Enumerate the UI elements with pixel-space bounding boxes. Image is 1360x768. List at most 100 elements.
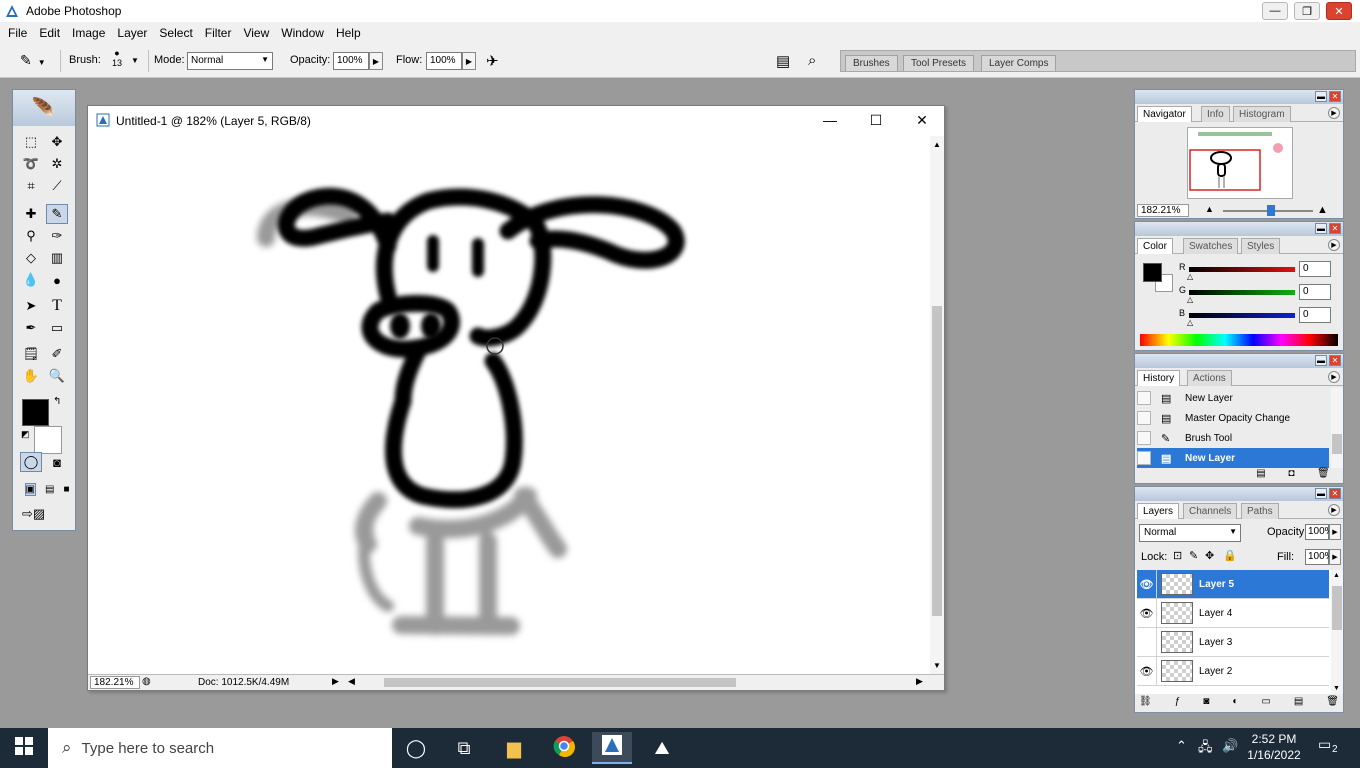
chevron-down-icon[interactable]: ▼ <box>1333 685 1340 692</box>
color-spectrum-ramp[interactable] <box>1140 334 1338 346</box>
color-foreground-swatch[interactable] <box>1143 263 1162 282</box>
volume-icon[interactable]: 🔊 <box>1222 738 1238 754</box>
tab-navigator[interactable]: Navigator <box>1137 106 1192 122</box>
standard-mode-button[interactable]: ◯ <box>20 452 42 472</box>
airbrush-icon[interactable]: ✈ <box>486 52 499 70</box>
full-screen-icon[interactable]: ■ <box>63 484 69 495</box>
blur-tool[interactable]: 💧 <box>20 270 42 290</box>
scroll-right-icon[interactable]: ▶ <box>916 676 923 687</box>
dodge-tool[interactable]: ● <box>46 270 68 290</box>
chevron-down-icon[interactable]: ▼ <box>933 661 941 670</box>
palette-close-icon[interactable]: ✕ <box>1329 91 1341 102</box>
link-layers-icon[interactable]: ⛓ <box>1139 696 1152 710</box>
vertical-scroll-thumb[interactable] <box>932 306 942 616</box>
menu-help[interactable]: Help <box>330 26 367 40</box>
history-snapshot-checkbox[interactable] <box>1137 451 1151 465</box>
eraser-tool[interactable]: ◇ <box>20 248 42 268</box>
chevron-up-icon[interactable]: ⌃ <box>1176 738 1187 754</box>
history-scrollbar[interactable] <box>1331 388 1343 468</box>
history-snapshot-checkbox[interactable] <box>1137 431 1151 445</box>
red-value-input[interactable]: 0 <box>1299 261 1331 277</box>
eye-icon[interactable]: 👁 <box>1137 570 1157 598</box>
navigator-palette-header[interactable]: ▬ ✕ <box>1135 90 1343 104</box>
taskbar-clock[interactable]: 2:52 PM 1/16/2022 <box>1244 731 1304 763</box>
action-center-button[interactable]: ▭ 2 <box>1318 736 1342 760</box>
layer-opacity-input[interactable]: 100% <box>1305 524 1334 540</box>
pen-tool[interactable]: ✒ <box>20 318 42 338</box>
cortana-button[interactable]: ◯ <box>396 732 436 764</box>
slider-caret-icon[interactable]: △ <box>1187 295 1193 304</box>
eyedropper-tool[interactable]: ✐ <box>46 344 68 364</box>
history-scroll-thumb[interactable] <box>1332 434 1342 454</box>
menu-file[interactable]: File <box>2 26 33 40</box>
palette-menu-icon[interactable]: ▶ <box>1328 504 1340 516</box>
history-item[interactable]: ▤ New Layer <box>1137 388 1329 408</box>
toolbox-header[interactable]: 🪶 <box>13 90 75 126</box>
imageready-taskbar-button[interactable]: ⛰ <box>642 732 682 764</box>
history-snapshot-checkbox[interactable] <box>1137 411 1151 425</box>
zoom-out-icon[interactable]: ▲ <box>1205 204 1214 214</box>
history-snapshot-checkbox[interactable] <box>1137 391 1151 405</box>
layer-row-layer-4[interactable]: 👁 Layer 4 <box>1137 599 1329 628</box>
minimize-button[interactable]: — <box>1262 2 1288 20</box>
eye-icon[interactable]: 👁 <box>1137 599 1157 627</box>
flow-input[interactable]: 100% <box>426 52 462 70</box>
zoom-in-icon[interactable]: ▲ <box>1317 204 1328 216</box>
task-view-button[interactable]: ⧉ <box>444 732 484 764</box>
menu-select[interactable]: Select <box>153 26 198 40</box>
navigator-zoom-thumb[interactable] <box>1267 205 1275 216</box>
horizontal-scroll-thumb[interactable] <box>384 678 736 687</box>
file-browser-icon[interactable]: ⌕ <box>808 52 816 69</box>
history-item[interactable]: ▤ Master Opacity Change <box>1137 408 1329 428</box>
close-button[interactable]: ✕ <box>1326 2 1352 20</box>
green-value-input[interactable]: 0 <box>1299 284 1331 300</box>
magic-wand-tool[interactable]: ✲ <box>46 154 68 174</box>
layer-blend-mode-select[interactable]: Normal ▼ <box>1139 524 1241 542</box>
palette-minimize-icon[interactable]: ▬ <box>1315 355 1327 366</box>
palette-close-icon[interactable]: ✕ <box>1329 488 1341 499</box>
color-palette-header[interactable]: ▬ ✕ <box>1135 222 1343 236</box>
default-colors-icon[interactable]: ◩ <box>21 429 30 440</box>
file-explorer-button[interactable]: ▆ <box>494 732 534 764</box>
chrome-button[interactable] <box>544 732 584 764</box>
layers-scroll-thumb[interactable] <box>1332 586 1342 630</box>
tab-swatches[interactable]: Swatches <box>1183 238 1239 254</box>
chevron-up-icon[interactable]: ▲ <box>1333 572 1340 579</box>
history-item-selected[interactable]: ▤ New Layer <box>1137 448 1329 468</box>
shape-tool[interactable]: ▭ <box>46 318 68 338</box>
tab-paths[interactable]: Paths <box>1241 503 1279 519</box>
opacity-input[interactable]: 100% <box>333 52 369 70</box>
navigator-zoom-input[interactable]: 182.21% <box>1137 204 1189 217</box>
eye-icon[interactable]: 👁 <box>1137 657 1157 685</box>
new-layer-icon[interactable]: ▤ <box>1294 696 1303 710</box>
palette-menu-icon[interactable]: ▶ <box>1328 107 1340 119</box>
chevron-up-icon[interactable]: ▲ <box>933 140 941 149</box>
photoshop-taskbar-button[interactable] <box>592 732 632 764</box>
lock-all-icon[interactable]: 🔒 <box>1223 549 1237 562</box>
taskbar-search-box[interactable]: ⌕ Type here to search <box>48 728 392 768</box>
layer-style-icon[interactable]: ƒ <box>1175 696 1181 710</box>
palette-toggle-icon[interactable]: ▤ <box>776 52 790 70</box>
menu-edit[interactable]: Edit <box>33 26 66 40</box>
adjustment-layer-icon[interactable]: ◐ <box>1232 696 1238 710</box>
type-tool[interactable]: T <box>46 296 68 316</box>
palette-minimize-icon[interactable]: ▬ <box>1315 223 1327 234</box>
tab-tool-presets[interactable]: Tool Presets <box>903 55 975 71</box>
slider-caret-icon[interactable]: △ <box>1187 318 1193 327</box>
network-icon[interactable]: 🖧 <box>1198 738 1213 760</box>
clone-stamp-tool[interactable]: ⚲ <box>20 226 42 246</box>
snapshot-icon[interactable]: ◘ <box>1288 468 1294 482</box>
tab-actions[interactable]: Actions <box>1187 370 1232 386</box>
palette-minimize-icon[interactable]: ▬ <box>1315 488 1327 499</box>
standard-screen-icon[interactable]: ▣ <box>24 482 36 496</box>
full-screen-menu-icon[interactable]: ▤ <box>45 484 54 495</box>
palette-close-icon[interactable]: ✕ <box>1329 223 1341 234</box>
layer-mask-icon[interactable]: ◙ <box>1203 696 1209 710</box>
tab-info[interactable]: Info <box>1201 106 1230 122</box>
new-group-icon[interactable]: ▭ <box>1261 696 1270 710</box>
history-palette-header[interactable]: ▬ ✕ <box>1135 354 1343 368</box>
layer-fill-input[interactable]: 100% <box>1305 549 1334 565</box>
lock-pixels-icon[interactable]: ✎ <box>1189 549 1198 562</box>
menu-view[interactable]: View <box>237 26 275 40</box>
doc-close-icon[interactable]: ✕ <box>912 112 932 129</box>
